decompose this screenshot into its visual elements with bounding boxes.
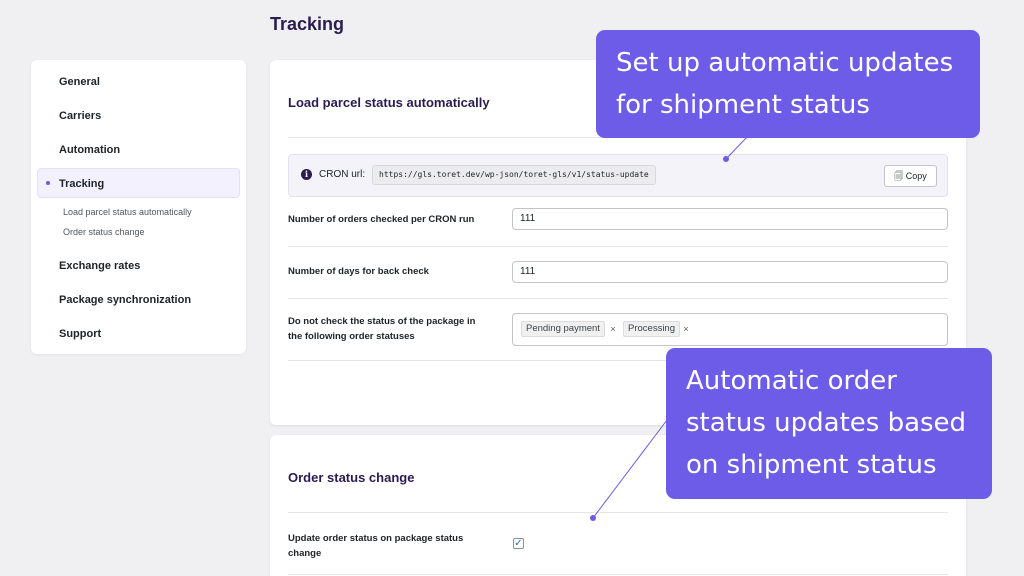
callout-top-line2: for shipment status bbox=[616, 90, 870, 120]
callout-anchor-dot-top bbox=[723, 156, 729, 162]
callout-anchor-dot-bottom bbox=[590, 515, 596, 521]
callout-top-line1: Set up automatic updates bbox=[616, 48, 954, 78]
callout-bottom-line2: status updates based bbox=[686, 408, 967, 438]
callout-automatic-updates: Set up automatic updates for shipment st… bbox=[596, 30, 980, 138]
callout-connector-top bbox=[725, 135, 749, 160]
callout-order-status-updates: Automatic order status updates based on … bbox=[666, 348, 992, 499]
callout-bottom-line1: Automatic order bbox=[686, 366, 897, 396]
callout-bottom-line3: on shipment status bbox=[686, 450, 937, 480]
callout-connector-bottom bbox=[592, 419, 668, 519]
